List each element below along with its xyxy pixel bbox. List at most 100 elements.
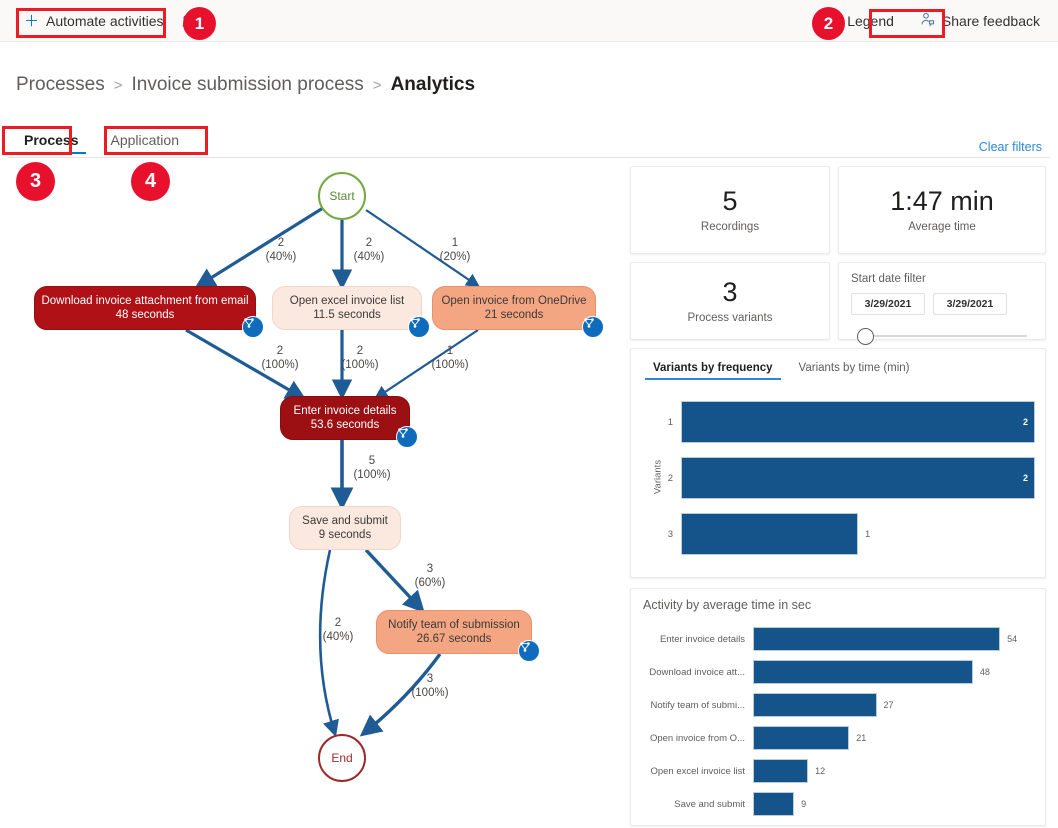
- node-start[interactable]: Start: [318, 172, 366, 220]
- process-map-edges: [8, 158, 618, 826]
- process-map-canvas[interactable]: Start End Download invoice attachment fr…: [8, 158, 618, 826]
- chart-row[interactable]: Download invoice att... 48: [641, 660, 1037, 684]
- chart-row[interactable]: Save and submit 9: [641, 792, 1037, 816]
- node-label: Open invoice from OneDrive: [441, 294, 586, 308]
- node-enter-invoice-details[interactable]: Enter invoice details 53.6 seconds: [280, 396, 410, 440]
- variants-tick-label: 2: [657, 473, 681, 484]
- variants-tick-label: 3: [657, 529, 681, 540]
- activity-category-label: Enter invoice details: [641, 634, 753, 645]
- start-date-from-input[interactable]: [851, 293, 925, 315]
- variants-chart-tabs: Variants by frequency Variants by time (…: [631, 349, 1045, 380]
- chart-row[interactable]: Open invoice from O... 21: [641, 726, 1037, 750]
- kpi-card-process-variants: 3 Process variants: [630, 262, 830, 340]
- node-duration: 11.5 seconds: [313, 308, 381, 322]
- variants-bar[interactable]: 2: [681, 457, 1035, 499]
- node-duration: 26.67 seconds: [417, 632, 492, 646]
- bar-value-label: 2: [1023, 417, 1034, 427]
- activity-bar[interactable]: [753, 792, 794, 816]
- tab-label: Variants by frequency: [653, 362, 773, 374]
- activity-category-label: Open invoice from O...: [641, 733, 753, 744]
- analytics-rail: Clear filters 5 Recordings 1:47 min Aver…: [626, 158, 1050, 826]
- kpi-label: Process variants: [687, 312, 772, 324]
- activity-bar[interactable]: [753, 759, 808, 783]
- activity-bar[interactable]: [753, 726, 849, 750]
- legend-cube-icon: [825, 12, 840, 30]
- node-label: Enter invoice details: [294, 404, 397, 418]
- activity-bar[interactable]: [753, 693, 877, 717]
- activity-bar[interactable]: [753, 627, 1000, 651]
- activity-category-label: Open excel invoice list: [641, 766, 753, 777]
- kpi-card-recordings: 5 Recordings: [630, 166, 830, 254]
- breadcrumb: Processes > Invoice submission process >…: [16, 74, 475, 96]
- automation-flow-icon[interactable]: [396, 426, 418, 448]
- legend-button[interactable]: Legend: [817, 7, 902, 35]
- bar-value-label: 12: [815, 766, 825, 776]
- breadcrumb-separator-icon: >: [373, 77, 382, 94]
- bar-value-label: 9: [801, 799, 806, 809]
- slider-track: [873, 335, 1027, 337]
- automation-flow-icon[interactable]: [408, 316, 430, 338]
- tab-process-label: Process: [24, 132, 78, 148]
- node-label: Open excel invoice list: [290, 294, 404, 308]
- share-feedback-button[interactable]: Share feedback: [912, 7, 1048, 35]
- node-duration: 9 seconds: [319, 528, 371, 542]
- activity-chart-card: Activity by average time in sec Enter in…: [630, 588, 1046, 826]
- automation-flow-icon[interactable]: [518, 640, 540, 662]
- tab-application[interactable]: Application: [94, 128, 195, 157]
- kpi-label: Recordings: [701, 221, 759, 233]
- kpi-value: 5: [722, 187, 737, 217]
- process-advisor-icon-button[interactable]: [178, 9, 203, 34]
- node-label: Download invoice attachment from email: [41, 294, 248, 308]
- kpi-card-average-time: 1:47 min Average time: [838, 166, 1046, 254]
- automate-activities-button[interactable]: ＋ Automate activities: [16, 8, 172, 34]
- legend-label: Legend: [847, 13, 894, 29]
- variants-bar[interactable]: 2: [681, 401, 1035, 443]
- node-download-invoice-attachment[interactable]: Download invoice attachment from email 4…: [34, 286, 256, 330]
- activity-bar[interactable]: [753, 660, 973, 684]
- activity-chart-title: Activity by average time in sec: [631, 589, 1045, 612]
- node-start-label: Start: [329, 189, 354, 203]
- tab-variants-by-frequency[interactable]: Variants by frequency: [643, 359, 783, 380]
- tab-label: Variants by time (min): [799, 362, 910, 374]
- node-end[interactable]: End: [318, 734, 366, 782]
- tab-process[interactable]: Process: [8, 128, 94, 157]
- breadcrumb-item-current: Analytics: [391, 74, 475, 96]
- node-open-invoice-from-onedrive[interactable]: Open invoice from OneDrive 21 seconds: [432, 286, 596, 330]
- tab-application-label: Application: [110, 132, 179, 148]
- command-bar-right-group: Legend Share feedback: [817, 0, 1048, 42]
- chart-row[interactable]: Notify team of submi... 27: [641, 693, 1037, 717]
- plus-icon: ＋: [24, 14, 39, 29]
- node-label: Notify team of submission: [388, 618, 520, 632]
- variants-tick-label: 1: [657, 417, 681, 428]
- chart-row[interactable]: 1 2: [657, 401, 1035, 443]
- share-feedback-label: Share feedback: [942, 13, 1040, 29]
- breadcrumb-separator-icon: >: [114, 77, 123, 94]
- kpi-value: 3: [722, 278, 737, 308]
- chart-row[interactable]: 2 2: [657, 457, 1035, 499]
- node-save-and-submit[interactable]: Save and submit 9 seconds: [289, 506, 401, 550]
- node-open-excel-invoice-list[interactable]: Open excel invoice list 11.5 seconds: [272, 286, 422, 330]
- breadcrumb-item-processes[interactable]: Processes: [16, 74, 105, 96]
- chart-row[interactable]: Open excel invoice list 12: [641, 759, 1037, 783]
- slider-thumb[interactable]: [857, 328, 874, 345]
- variants-bar[interactable]: [681, 513, 858, 555]
- clear-filters-link[interactable]: Clear filters: [979, 140, 1042, 154]
- breadcrumb-item-process[interactable]: Invoice submission process: [131, 74, 363, 96]
- bar-value-label: 27: [884, 700, 894, 710]
- tab-variants-by-time[interactable]: Variants by time (min): [789, 359, 920, 380]
- bar-value-label: 48: [980, 667, 990, 677]
- automation-flow-icon[interactable]: [242, 316, 264, 338]
- start-date-filter-card: Start date filter: [838, 262, 1046, 340]
- chart-row[interactable]: 3 1: [657, 513, 1035, 555]
- date-range-inputs: [851, 293, 1033, 315]
- start-date-to-input[interactable]: [933, 293, 1007, 315]
- node-notify-team-of-submission[interactable]: Notify team of submission 26.67 seconds: [376, 610, 532, 654]
- start-date-slider[interactable]: [851, 327, 1033, 345]
- node-duration: 48 seconds: [116, 308, 175, 322]
- process-advisor-icon: [182, 14, 199, 29]
- automation-flow-icon[interactable]: [582, 316, 604, 338]
- chart-row[interactable]: Enter invoice details 54: [641, 627, 1037, 651]
- node-duration: 21 seconds: [485, 308, 544, 322]
- bar-value-label: 1: [865, 529, 870, 539]
- variants-chart-card: Variants by frequency Variants by time (…: [630, 348, 1046, 578]
